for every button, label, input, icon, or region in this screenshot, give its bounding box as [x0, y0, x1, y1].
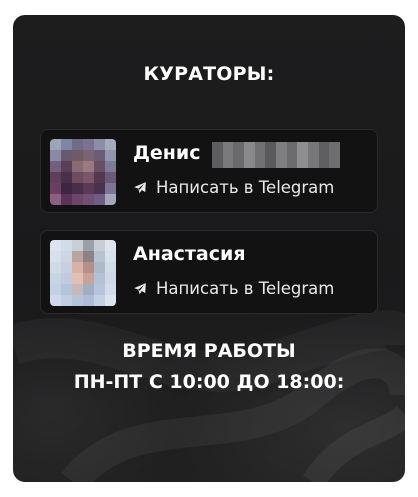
curators-panel: КУРАТОРЫ: Денис Написать в Telegram Анас…	[13, 15, 405, 482]
curator-name: Анастасия	[133, 243, 246, 265]
curator-avatar	[50, 139, 116, 205]
obscured-surname	[212, 142, 341, 168]
curator-card-denis: Денис Написать в Telegram	[40, 129, 378, 213]
curator-avatar	[50, 240, 116, 306]
work-hours-value: ПН-ПТ С 10:00 ДО 18:00:	[73, 371, 345, 393]
curator-card-anastasia: Анастасия Написать в Telegram	[40, 230, 378, 314]
write-telegram-link[interactable]: Написать в Telegram	[133, 178, 334, 197]
telegram-send-icon	[134, 282, 146, 294]
curator-name: Денис	[133, 142, 201, 164]
write-telegram-link[interactable]: Написать в Telegram	[133, 279, 334, 298]
telegram-link-label[interactable]: Написать в Telegram	[156, 178, 334, 197]
work-hours-heading: ВРЕМЯ РАБОТЫ	[122, 340, 296, 362]
telegram-send-icon	[134, 181, 146, 193]
curators-title: КУРАТОРЫ:	[143, 63, 275, 85]
telegram-link-label[interactable]: Написать в Telegram	[156, 279, 334, 298]
